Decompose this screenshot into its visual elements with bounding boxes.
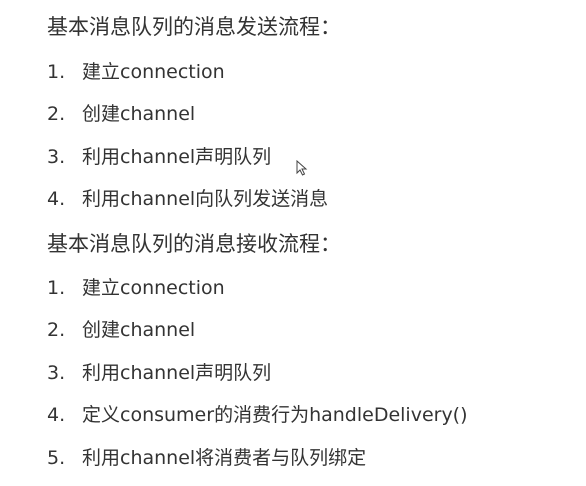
send-step-4: 4. 利用channel向队列发送消息 — [47, 186, 328, 212]
receive-flow-heading: 基本消息队列的消息接收流程： — [47, 232, 341, 256]
receive-step-5: 5. 利用channel将消费者与队列绑定 — [47, 445, 366, 471]
receive-step-4: 4. 定义consumer的消费行为handleDelivery() — [47, 402, 468, 428]
send-step-2: 2. 创建channel — [47, 101, 195, 127]
step-text: 建立connection — [82, 277, 225, 299]
step-number: 3. — [47, 146, 66, 168]
receive-step-3: 3. 利用channel声明队列 — [47, 360, 271, 386]
step-text: 利用channel将消费者与队列绑定 — [82, 447, 367, 469]
step-number: 5. — [47, 447, 66, 469]
send-step-3: 3. 利用channel声明队列 — [47, 144, 271, 170]
step-text: 建立connection — [82, 61, 225, 83]
step-number: 1. — [47, 61, 66, 83]
receive-step-2: 2. 创建channel — [47, 317, 195, 343]
step-text: 创建channel — [82, 319, 196, 341]
document-page: { "sections": [ { "title": "基本消息队列的消息发送流… — [0, 0, 586, 486]
step-number: 3. — [47, 362, 66, 384]
step-number: 4. — [47, 188, 66, 210]
step-text: 利用channel向队列发送消息 — [82, 188, 329, 210]
step-number: 2. — [47, 103, 66, 125]
send-step-1: 1. 建立connection — [47, 59, 225, 85]
receive-step-1: 1. 建立connection — [47, 275, 225, 301]
step-number: 1. — [47, 277, 66, 299]
mouse-pointer-icon — [296, 160, 308, 176]
step-text: 定义consumer的消费行为handleDelivery() — [82, 404, 468, 426]
send-flow-heading: 基本消息队列的消息发送流程： — [47, 15, 341, 39]
step-number: 4. — [47, 404, 66, 426]
step-text: 创建channel — [82, 103, 196, 125]
step-number: 2. — [47, 319, 66, 341]
step-text: 利用channel声明队列 — [82, 362, 272, 384]
step-text: 利用channel声明队列 — [82, 146, 272, 168]
